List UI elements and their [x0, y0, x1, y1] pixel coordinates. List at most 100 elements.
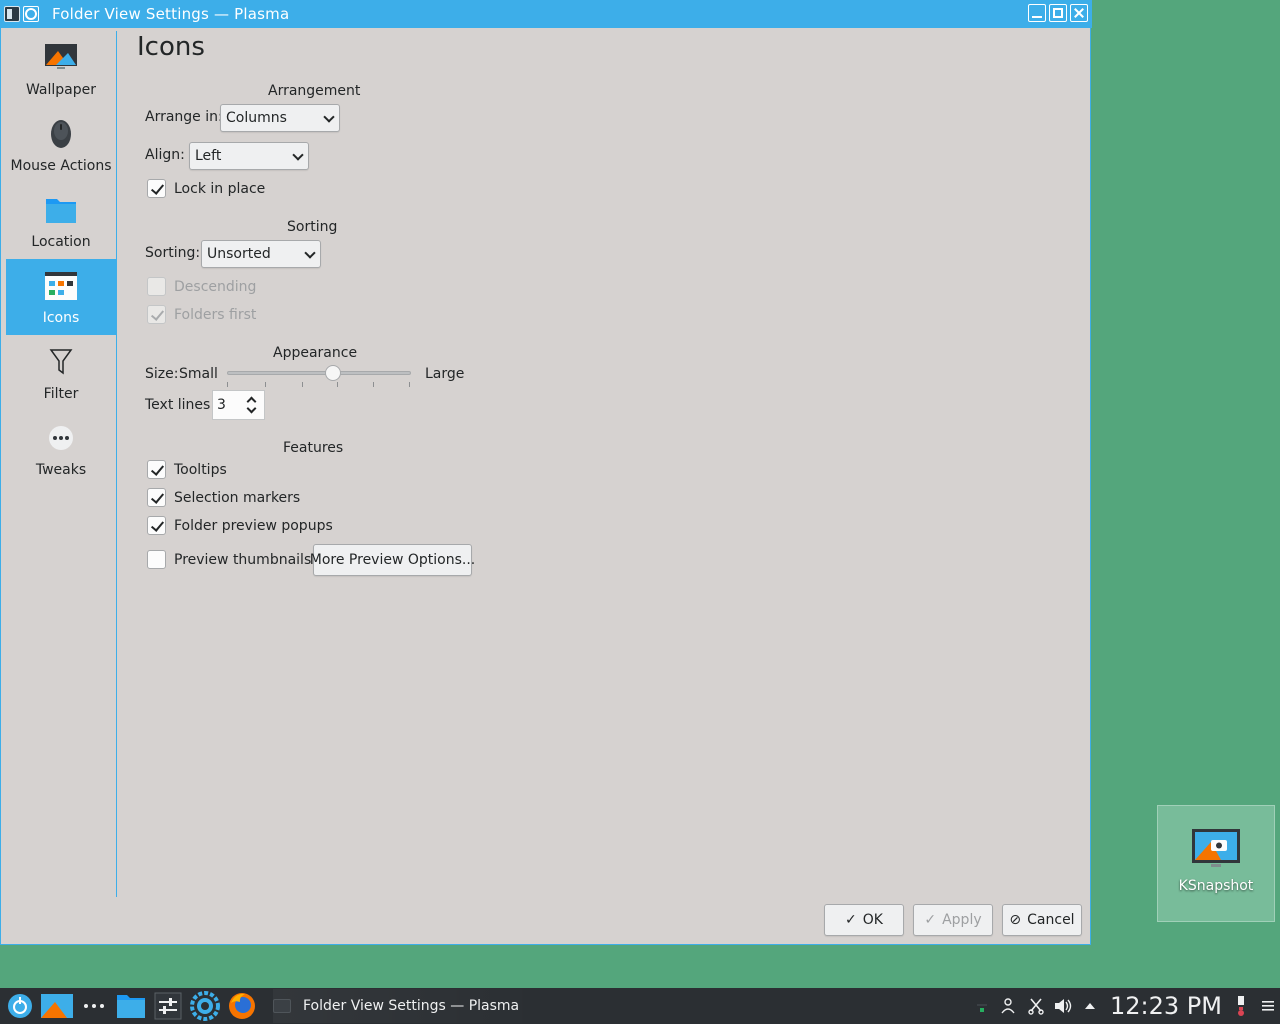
lock-in-place-checkbox[interactable]: Lock in place — [147, 179, 265, 198]
ok-button[interactable]: ✓ OK — [824, 904, 904, 936]
folder-view-settings-window: Folder View Settings — Plasma Wallpaper — [0, 0, 1092, 945]
chevron-down-icon — [304, 247, 316, 259]
checkbox-box[interactable] — [147, 550, 166, 569]
task-folder-view-settings[interactable]: Folder View Settings — Plasma — [273, 989, 540, 1023]
window-titlebar[interactable]: Folder View Settings — Plasma — [1, 0, 1092, 28]
ksnapshot-desktop-icon[interactable]: KSnapshot — [1157, 805, 1275, 922]
slider-tick — [227, 382, 228, 387]
text-lines-label: Text lines: — [145, 397, 216, 413]
check-icon: ✓ — [924, 912, 937, 928]
window-thumbnail-icon — [273, 999, 291, 1013]
on-all-desktops-icon[interactable] — [23, 6, 39, 22]
firefox-launcher[interactable] — [225, 989, 259, 1023]
sidebar-item-tweaks[interactable]: Tweaks — [6, 411, 116, 487]
apply-label: Apply — [942, 912, 982, 928]
checkbox-box[interactable] — [147, 460, 166, 479]
more-launcher[interactable] — [77, 989, 111, 1023]
apply-button[interactable]: ✓ Apply — [913, 904, 993, 936]
sidebar-item-location[interactable]: Location — [6, 183, 116, 259]
descending-checkbox[interactable]: Descending — [147, 277, 256, 296]
more-icon — [84, 1004, 104, 1008]
window-menu-icon[interactable] — [4, 6, 20, 22]
file-manager-launcher[interactable] — [114, 989, 148, 1023]
ksnapshot-label: KSnapshot — [1178, 878, 1254, 894]
check-icon: ✓ — [845, 912, 857, 928]
network-icon[interactable] — [970, 994, 994, 1018]
tooltips-label: Tooltips — [174, 461, 227, 478]
spin-down-icon[interactable] — [246, 403, 257, 414]
checkbox-box[interactable] — [147, 516, 166, 535]
more-icon — [44, 421, 78, 455]
wallpaper-icon — [44, 41, 78, 75]
arrangement-heading: Arrangement — [268, 83, 361, 99]
close-button[interactable] — [1070, 4, 1088, 22]
arrange-in-combobox[interactable]: Columns — [220, 104, 340, 132]
folders-first-label: Folders first — [174, 306, 257, 323]
icons-view-icon — [44, 269, 78, 303]
tooltips-checkbox[interactable]: Tooltips — [147, 460, 227, 479]
sorting-combobox[interactable]: Unsorted — [201, 240, 321, 268]
checkbox-box[interactable] — [147, 305, 166, 324]
chevron-down-icon — [323, 111, 335, 123]
sidebar-item-mouse-actions[interactable]: Mouse Actions — [6, 107, 116, 183]
sidebar-item-label: Wallpaper — [25, 82, 97, 98]
screenshot-icon — [1192, 829, 1240, 867]
descending-label: Descending — [174, 278, 257, 295]
text-lines-spinbox[interactable]: 3 — [212, 390, 265, 420]
cancel-icon: ⊘ — [1009, 912, 1022, 928]
size-large-label: Large — [425, 366, 465, 382]
align-combobox[interactable]: Left — [189, 142, 309, 170]
slider-tick — [265, 382, 266, 387]
checkbox-box[interactable] — [147, 179, 166, 198]
more-preview-options-button[interactable]: More Preview Options... — [310, 544, 475, 576]
minimize-button[interactable] — [1028, 4, 1046, 22]
user-switch-icon[interactable] — [997, 994, 1021, 1018]
filter-icon — [44, 345, 78, 379]
window-title: Folder View Settings — Plasma — [52, 5, 290, 23]
cancel-button[interactable]: ⊘ Cancel — [1002, 904, 1082, 936]
settings-sidebar: Wallpaper Mouse Actions Location Icons F… — [6, 31, 116, 487]
folder-preview-popups-checkbox[interactable]: Folder preview popups — [147, 516, 333, 535]
ok-label: OK — [862, 912, 883, 928]
sidebar-item-label: Mouse Actions — [10, 158, 112, 174]
maximize-button[interactable] — [1049, 4, 1067, 22]
desktop-switcher[interactable] — [40, 989, 74, 1023]
selection-markers-checkbox[interactable]: Selection markers — [147, 488, 300, 507]
slider-handle[interactable] — [325, 365, 341, 381]
plasma-settings-launcher[interactable] — [188, 989, 222, 1023]
folders-first-checkbox[interactable]: Folders first — [147, 305, 256, 324]
sidebar-item-icons[interactable]: Icons — [6, 259, 116, 335]
sorting-value: Unsorted — [207, 246, 271, 262]
checkbox-box[interactable] — [147, 277, 166, 296]
sidebar-item-wallpaper[interactable]: Wallpaper — [6, 31, 116, 107]
notifications-icon[interactable] — [1229, 994, 1253, 1018]
digital-clock[interactable]: 12:23 PM — [1110, 992, 1222, 1020]
slider-tick — [302, 382, 303, 387]
sidebar-item-filter[interactable]: Filter — [6, 335, 116, 411]
checkbox-box[interactable] — [147, 488, 166, 507]
application-launcher[interactable] — [3, 989, 37, 1023]
text-lines-value: 3 — [217, 397, 226, 413]
slider-tick — [337, 382, 338, 387]
icon-size-slider[interactable] — [225, 363, 413, 387]
mouse-icon — [44, 117, 78, 151]
panel-menu-icon[interactable] — [1256, 994, 1280, 1018]
align-value: Left — [195, 148, 222, 164]
arrange-in-label: Arrange in: — [145, 109, 223, 125]
system-tray: 12:23 PM — [967, 988, 1280, 1024]
preview-thumbnails-checkbox[interactable]: Preview thumbnails — [147, 550, 311, 569]
cancel-label: Cancel — [1027, 912, 1075, 928]
arrange-in-value: Columns — [226, 110, 287, 126]
size-small-label: Small — [179, 366, 218, 382]
volume-icon[interactable] — [1051, 994, 1075, 1018]
slider-track[interactable] — [227, 371, 411, 375]
size-label: Size: — [145, 366, 179, 382]
system-settings-launcher[interactable] — [151, 989, 185, 1023]
sidebar-item-label: Tweaks — [35, 462, 87, 478]
settings-sliders-icon — [154, 992, 182, 1020]
clipboard-scissors-icon[interactable] — [1024, 994, 1048, 1018]
slider-tick — [409, 382, 410, 387]
gear-icon — [190, 991, 220, 1021]
tray-expand-arrow-icon[interactable] — [1078, 994, 1102, 1018]
task-title: Folder View Settings — Plasma — [303, 998, 520, 1014]
